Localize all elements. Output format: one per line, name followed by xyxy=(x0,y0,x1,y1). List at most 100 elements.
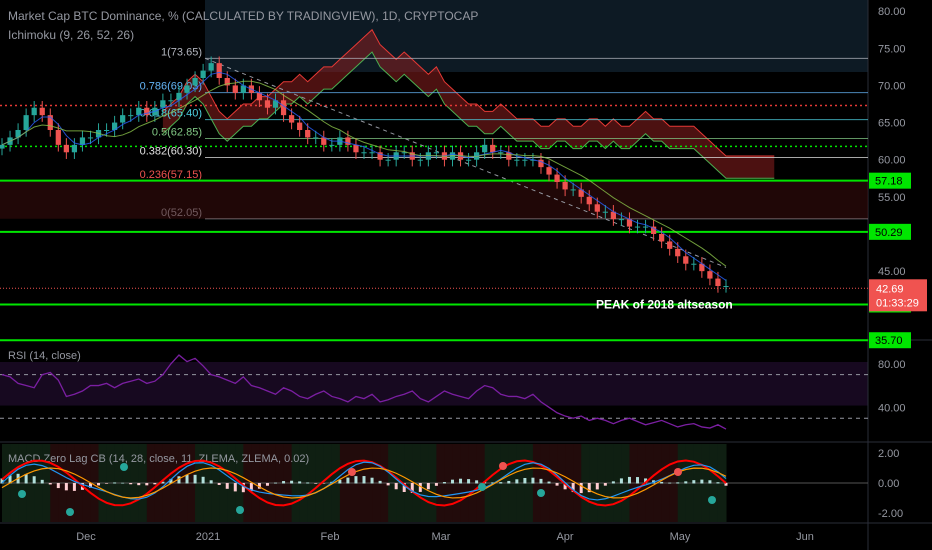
macd-y-tick: 0.00 xyxy=(878,478,899,490)
macd-histogram-bar xyxy=(700,479,704,484)
macd-histogram-bar xyxy=(531,477,535,484)
macd-histogram-bar xyxy=(282,481,286,484)
candle-body xyxy=(192,78,198,86)
macd-histogram-bar xyxy=(274,482,278,484)
macd-histogram-bar xyxy=(354,476,358,484)
candle-body xyxy=(184,85,190,93)
macd-histogram-bar xyxy=(442,482,446,484)
macd-histogram-bar xyxy=(555,483,559,486)
macd-histogram-bar xyxy=(64,483,68,491)
macd-histogram-bar xyxy=(362,476,366,484)
candle-body xyxy=(546,167,552,175)
macd-histogram-bar xyxy=(97,483,101,486)
candle-body xyxy=(103,130,110,131)
fib-level-label: 0.236(57.15) xyxy=(140,169,202,181)
candle-body xyxy=(385,159,391,161)
macd-histogram-bar xyxy=(636,477,640,484)
candle-body xyxy=(683,256,689,264)
chart-canvas[interactable]: 80.0075.0070.0065.0060.0055.0050.0045.00… xyxy=(0,0,932,550)
candle-body xyxy=(707,271,713,279)
candle-body xyxy=(353,144,359,153)
candle-body xyxy=(208,63,214,71)
macd-histogram-bar xyxy=(32,476,36,484)
macd-cross-dot xyxy=(499,462,507,470)
candle-body xyxy=(313,137,319,139)
candle-body xyxy=(522,159,528,161)
macd-histogram-bar xyxy=(137,483,141,486)
macd-cross-dot xyxy=(537,489,545,497)
candle-body xyxy=(87,137,94,139)
peak-annotation: PEAK of 2018 altseason xyxy=(596,297,733,311)
candle-body xyxy=(0,144,5,149)
candle-body xyxy=(618,219,625,221)
candle-body xyxy=(232,85,238,93)
candle-body xyxy=(634,226,641,228)
macd-histogram-bar xyxy=(394,483,398,490)
candle-body xyxy=(642,226,649,228)
candle-body xyxy=(39,107,45,116)
macd-histogram-bar xyxy=(113,482,117,484)
macd-histogram-bar xyxy=(547,481,551,484)
price-tag-label: 35.70 xyxy=(875,335,903,347)
macd-histogram-bar xyxy=(467,479,471,484)
y-tick-label: 65.00 xyxy=(878,118,906,130)
candle-body xyxy=(31,107,37,116)
price-tag-label: 50.29 xyxy=(875,227,903,239)
macd-y-tick: -2.00 xyxy=(878,508,903,520)
candle-body xyxy=(667,241,673,249)
x-tick-label: May xyxy=(670,531,691,543)
candle-body xyxy=(514,159,520,161)
fib-level-label: 0.5(62.85) xyxy=(152,127,202,139)
macd-histogram-bar xyxy=(475,480,479,484)
macd-histogram-bar xyxy=(225,483,229,489)
macd-histogram-bar xyxy=(523,477,527,484)
candle-body xyxy=(369,152,375,154)
candle-body xyxy=(120,115,126,123)
tenkan-line xyxy=(1,71,727,281)
candle-body xyxy=(160,100,166,108)
candle-body xyxy=(288,115,295,123)
candle-body xyxy=(361,152,367,154)
macd-histogram-bar xyxy=(692,480,696,484)
candle-body xyxy=(79,137,86,145)
candle-body xyxy=(305,130,311,138)
x-tick-label: Apr xyxy=(556,531,573,543)
macd-histogram-bar xyxy=(676,482,680,484)
y-tick-label: 45.00 xyxy=(878,266,906,278)
rsi-band-fill xyxy=(0,362,868,406)
macd-histogram-bar xyxy=(105,483,109,484)
macd-histogram-bar xyxy=(507,480,511,484)
macd-histogram-bar xyxy=(716,482,720,484)
macd-histogram-bar xyxy=(515,479,519,484)
macd-histogram-bar xyxy=(129,483,133,485)
macd-histogram-bar xyxy=(684,481,688,484)
macd-histogram-bar xyxy=(153,483,157,485)
candle-body xyxy=(586,196,592,205)
macd-histogram-bar xyxy=(579,483,583,494)
y-tick-label: 55.00 xyxy=(878,192,906,204)
macd-histogram-bar xyxy=(426,483,430,490)
candle-body xyxy=(554,174,560,182)
macd-histogram-bar xyxy=(370,477,374,484)
macd-histogram-bar xyxy=(209,480,213,484)
candle-body xyxy=(71,144,78,153)
macd-histogram-bar xyxy=(708,480,712,484)
candle-body xyxy=(675,248,681,257)
candle-body xyxy=(570,189,576,191)
candle-body xyxy=(168,100,174,102)
macd-histogram-bar xyxy=(346,477,350,484)
macd-cross-dot xyxy=(120,463,128,471)
fib-level-label: 1(73.65) xyxy=(161,46,202,58)
candle-body xyxy=(465,159,472,161)
macd-histogram-bar xyxy=(660,481,664,484)
candle-body xyxy=(264,100,271,108)
candle-body xyxy=(128,115,134,117)
x-tick-label: 2021 xyxy=(196,531,220,543)
candle-body xyxy=(659,234,665,242)
macd-cross-dot xyxy=(348,468,356,476)
candle-body xyxy=(417,159,423,161)
macd-cross-dot xyxy=(478,483,486,491)
rsi-y-tick: 40.00 xyxy=(878,402,906,414)
chart-root: 80.0075.0070.0065.0060.0055.0050.0045.00… xyxy=(0,0,932,550)
candle-body xyxy=(136,107,142,116)
